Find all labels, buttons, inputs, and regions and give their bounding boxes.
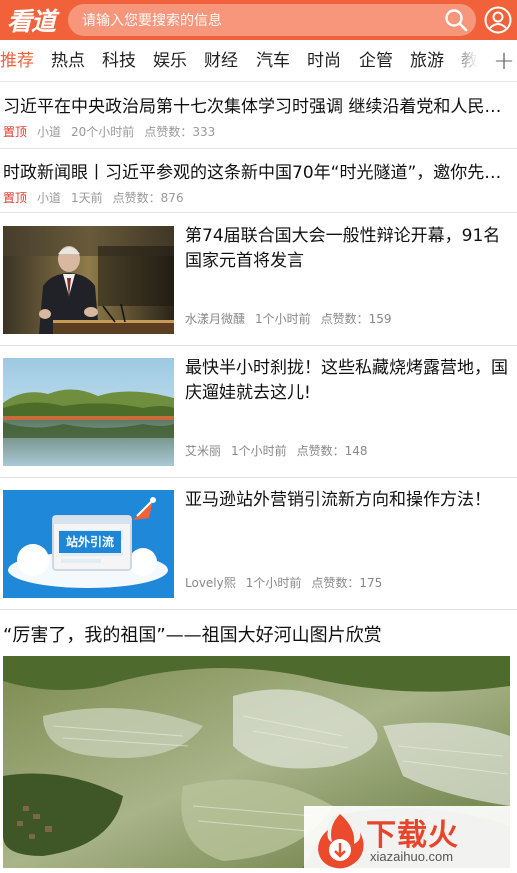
article-time: 1天前 xyxy=(71,191,103,205)
article-meta: Lovely熙 1个小时前 点赞数：175 xyxy=(185,574,392,591)
article-title[interactable]: 亚马逊站外营销引流新方向和操作方法！ xyxy=(185,488,511,513)
article-likes: 点赞数：876 xyxy=(112,191,184,205)
tab-hot[interactable]: 热点 xyxy=(51,40,85,81)
search-box[interactable]: 请输入您要搜索的信息 xyxy=(68,4,476,36)
article-title[interactable]: 最快半小时刹拢！这些私藏烧烤露营地，国庆遛娃就去这儿! xyxy=(185,356,511,406)
article-likes: 点赞数：148 xyxy=(296,444,368,458)
site-watermark: 下载火 xiazaihuo.com xyxy=(304,806,517,873)
list-item[interactable]: 最快半小时刹拢！这些私藏烧烤露营地，国庆遛娃就去这儿! 艾米丽 1个小时前 点赞数：… xyxy=(0,346,517,478)
thumbnail-label: 站外引流 xyxy=(59,531,121,553)
tab-fashion[interactable]: 时尚 xyxy=(307,40,341,81)
article-title[interactable]: 时政新闻眼丨习近平参观的这条新中国70年“时光隧道”，邀你先睹为快 xyxy=(3,161,513,185)
tab-entertainment[interactable]: 娱乐 xyxy=(153,40,187,81)
article-time: 1个小时前 xyxy=(255,312,311,326)
article-source: 艾米丽 xyxy=(185,444,222,458)
article-time: 1个小时前 xyxy=(245,576,302,590)
article-meta: 艾米丽 1个小时前 点赞数：148 xyxy=(185,442,378,459)
tab-travel[interactable]: 旅游 xyxy=(410,40,444,81)
list-item[interactable]: 站外引流 亚马逊站外营销引流新方向和操作方法！ Lovely熙 1个小时前 点赞数：… xyxy=(0,478,517,610)
article-time: 1个小时前 xyxy=(231,444,287,458)
top-header: 看道 请输入您要搜索的信息 xyxy=(0,0,517,40)
list-item[interactable]: 第74届联合国大会一般性辩论开幕，91名国家元首将发言 水漾月微醺 1个小时前 点赞… xyxy=(0,214,517,346)
tab-tech[interactable]: 科技 xyxy=(102,40,136,81)
list-item[interactable]: 习近平在中央政治局第十七次集体学习时强调 继续沿着党和人民开辟的道路 置顶 小道 2… xyxy=(0,83,517,149)
article-title[interactable]: 习近平在中央政治局第十七次集体学习时强调 继续沿着党和人民开辟的道路 xyxy=(3,95,513,119)
article-source: Lovely熙 xyxy=(185,576,236,590)
article-time: 20个小时前 xyxy=(71,125,135,139)
article-likes: 点赞数：175 xyxy=(311,576,383,590)
article-source: 水漾月微醺 xyxy=(185,312,246,326)
pinned-tag: 置顶 xyxy=(3,191,28,205)
tab-business[interactable]: 企管 xyxy=(359,40,393,81)
article-meta: 置顶 小道 1天前 点赞数：876 xyxy=(3,189,194,206)
tab-fade xyxy=(446,40,491,81)
article-source: 小道 xyxy=(37,191,62,205)
tab-recommend[interactable]: 推荐 xyxy=(0,40,34,81)
app-logo[interactable]: 看道 xyxy=(0,0,62,40)
search-icon[interactable] xyxy=(436,4,476,36)
article-source: 小道 xyxy=(37,125,62,139)
featured-title[interactable]: “厉害了，我的祖国”——祖国大好河山图片欣赏 xyxy=(3,623,382,649)
tab-finance[interactable]: 财经 xyxy=(204,40,238,81)
watermark-text: 下载火 xyxy=(366,818,459,853)
article-meta: 置顶 小道 20个小时前 点赞数：333 xyxy=(3,123,225,140)
add-tab-button[interactable]: + xyxy=(491,40,517,81)
flame-logo-icon xyxy=(318,814,364,869)
pinned-tag: 置顶 xyxy=(3,125,28,139)
user-profile-icon[interactable] xyxy=(484,6,512,34)
article-thumbnail[interactable] xyxy=(3,358,174,466)
article-title[interactable]: 第74届联合国大会一般性辩论开幕，91名国家元首将发言 xyxy=(185,224,511,274)
article-thumbnail[interactable]: 站外引流 xyxy=(3,490,174,598)
list-item[interactable]: 时政新闻眼丨习近平参观的这条新中国70年“时光隧道”，邀你先睹为快 置顶 小道 1天… xyxy=(0,149,517,213)
category-tabs: 推荐 热点 科技 娱乐 财经 汽车 时尚 企管 旅游 教育 + xyxy=(0,40,517,82)
article-likes: 点赞数：333 xyxy=(144,125,216,139)
article-meta: 水漾月微醺 1个小时前 点赞数：159 xyxy=(185,310,402,327)
tab-auto[interactable]: 汽车 xyxy=(256,40,290,81)
article-thumbnail[interactable] xyxy=(3,226,174,334)
article-likes: 点赞数：159 xyxy=(320,312,392,326)
search-input[interactable]: 请输入您要搜索的信息 xyxy=(82,10,436,30)
watermark-url: xiazaihuo.com xyxy=(370,849,454,864)
